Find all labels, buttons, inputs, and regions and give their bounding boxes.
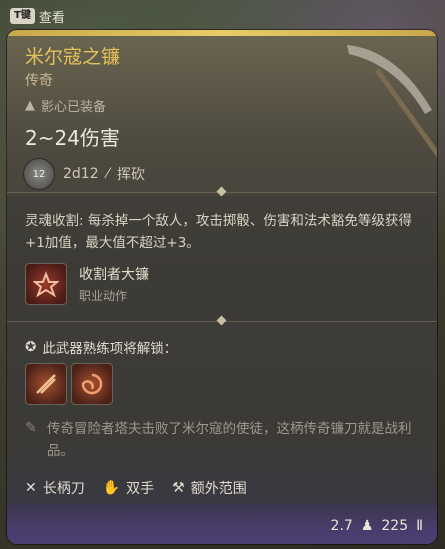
equipped-text: 影心已装备 [41,100,107,115]
item-description: 灵魂收割: 每杀掉一个敌人，攻击掷骰、伤害和法术豁免等级获得+1加值，最大值不超… [25,213,412,251]
d12-die-icon: 12 [23,158,55,190]
footer-values: 2.7 ♟ 225 Ⅱ [331,518,423,534]
property-label: 双手 [126,481,155,497]
tooltip-footer: 2.7 ♟ 225 Ⅱ [7,504,437,544]
property-label: 额外范围 [190,481,247,497]
damage-range: 2~24伤害 [25,126,120,150]
action-title: 收割者大镰 [79,267,149,283]
property-reach: ⚒ 额外范围 [172,478,247,498]
divider-diamond [216,186,227,197]
property-label: 长柄刀 [42,481,85,497]
proficiency-heading-text: 此武器熟练项将解锁： [42,341,178,357]
class-action[interactable]: 收割者大镰 职业动作 [25,263,149,305]
dice-value: 2d12 [63,166,99,182]
slash-skill-icon[interactable] [25,363,67,405]
reach-icon: ⚒ [172,480,185,496]
flavor-text: 传奇冒险者塔夫击败了米尔寇的使徒，这柄传奇镰刀就是战利品。 [47,421,412,459]
item-rarity: 传奇 [25,73,53,89]
rarity-bar [7,30,437,36]
attack-type: 挥砍 [116,167,145,183]
scythe-icon [347,45,437,158]
property-polearm: ✕ 长柄刀 [25,478,85,498]
gold-icon: Ⅱ [416,518,423,534]
swirl-skill-icon[interactable] [71,363,113,405]
equipped-status: ▲ 影心已装备 [25,96,106,115]
proficiency-icons [25,363,113,405]
proficiency-heading: ✪ 此武器熟练项将解锁： [25,337,177,357]
action-subtitle: 职业动作 [79,289,128,303]
warning-icon: ▲ [25,98,35,113]
reaper-action-icon [25,263,67,305]
gold-value: 225 [381,518,409,534]
dice-row: 12 2d12 ⁄ 挥砍 [23,158,145,190]
weight-icon: ♟ [360,518,374,534]
inspect-label: 查看 [38,10,65,26]
keybind-badge: T键 [10,8,35,24]
item-name: 米尔寇之镰 [25,46,121,68]
unlock-icon: ✪ [25,339,37,355]
property-two-handed: ✋ 双手 [103,478,154,498]
weapon-properties: ✕ 长柄刀 ✋ 双手 ⚒ 额外范围 [25,478,247,498]
hand-icon: ✋ [102,480,121,496]
tooltip-toggle[interactable]: T键 查看 [10,6,65,26]
weight-value: 2.7 [330,518,353,534]
slash-icon: ⁄ [106,166,109,182]
quill-icon: ✎ [25,420,37,436]
item-tooltip-card: 米尔寇之镰 传奇 ▲ 影心已装备 2~24伤害 12 2d12 ⁄ 挥砍 灵魂收… [7,30,437,544]
crossed-blades-icon: ✕ [25,480,37,496]
